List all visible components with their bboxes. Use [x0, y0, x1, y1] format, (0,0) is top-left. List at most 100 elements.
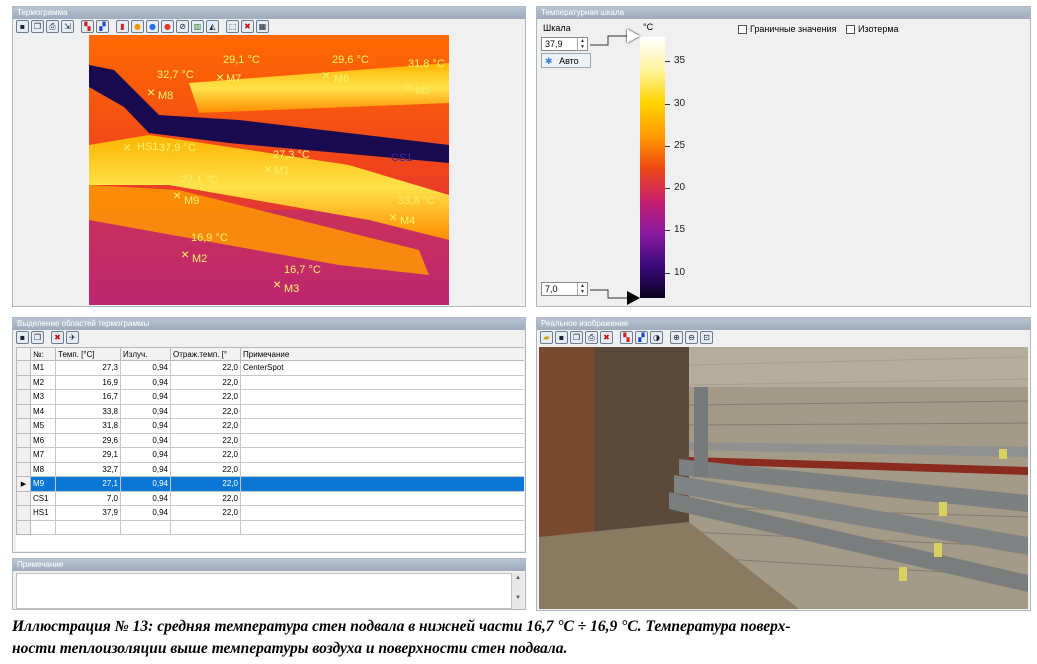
cell-temp[interactable]: 33,8: [55, 403, 121, 419]
cell-emissivity[interactable]: 0,94: [120, 461, 171, 477]
cell-temp[interactable]: 27,1: [55, 476, 121, 492]
spin-arrows-icon[interactable]: ▲ ▼: [577, 38, 587, 50]
cell-number[interactable]: M6: [30, 432, 56, 448]
cell-number[interactable]: HS1: [30, 505, 56, 521]
row-indicator[interactable]: [16, 447, 31, 463]
marker-cross-icon[interactable]: ×: [147, 85, 155, 99]
cell-reflected-temp[interactable]: 22,0: [170, 432, 241, 448]
cell-note[interactable]: [240, 374, 524, 390]
zoom-in-icon[interactable]: ⊕: [670, 331, 683, 344]
marker-cross-icon[interactable]: ×: [123, 140, 131, 154]
palette-swap-icon[interactable]: ▚: [620, 331, 633, 344]
delete-icon[interactable]: ✖: [241, 20, 254, 33]
table-row[interactable]: M1 27,3 0,94 22,0 CenterSpot: [16, 360, 524, 376]
note-scrollbar[interactable]: ▲ ▼: [512, 573, 524, 609]
scale-min-input[interactable]: 7,0 ▲ ▼: [541, 282, 588, 296]
cell-note[interactable]: [240, 389, 524, 405]
cell-reflected-temp[interactable]: 22,0: [170, 360, 241, 376]
marker-cross-icon[interactable]: ×: [405, 80, 413, 94]
cell-reflected-temp[interactable]: 22,0: [170, 374, 241, 390]
cell-emissivity[interactable]: 0,94: [120, 403, 171, 419]
cell-note[interactable]: [240, 403, 524, 419]
cell-reflected-temp[interactable]: 22,0: [170, 461, 241, 477]
cell-note[interactable]: [240, 447, 524, 463]
cell-note[interactable]: [240, 432, 524, 448]
profile-icon[interactable]: ◭: [206, 20, 219, 33]
col-header-number[interactable]: №:: [30, 347, 56, 361]
table-row[interactable]: M7 29,1 0,94 22,0: [16, 447, 524, 463]
marker-cross-icon[interactable]: ×: [389, 210, 397, 224]
real-photo[interactable]: [539, 347, 1028, 609]
scroll-down-icon[interactable]: ▼: [515, 595, 521, 601]
print-icon[interactable]: ⎙: [585, 331, 598, 344]
cell-temp[interactable]: 31,8: [55, 418, 121, 434]
cell-emissivity[interactable]: 0,94: [120, 389, 171, 405]
delete-icon[interactable]: ✖: [51, 331, 64, 344]
cell-reflected-temp[interactable]: 22,0: [170, 505, 241, 521]
zoom-out-icon[interactable]: ⊖: [685, 331, 698, 344]
cell-reflected-temp[interactable]: 22,0: [170, 418, 241, 434]
cell-temp[interactable]: 16,7: [55, 389, 121, 405]
cell-note[interactable]: [240, 461, 524, 477]
cell-number[interactable]: M5: [30, 418, 56, 434]
col-header-emissivity[interactable]: Излуч.: [120, 347, 171, 361]
row-indicator[interactable]: [16, 403, 31, 419]
cell-note[interactable]: CenterSpot: [240, 360, 524, 376]
cell-emissivity[interactable]: 0,94: [120, 360, 171, 376]
export-icon[interactable]: ⇲: [61, 20, 74, 33]
thermometer-icon[interactable]: ▮: [116, 20, 129, 33]
cell-note[interactable]: [240, 476, 524, 492]
row-indicator[interactable]: [16, 461, 31, 477]
no-entry-icon[interactable]: ⊘: [176, 20, 189, 33]
cell-emissivity[interactable]: 0,94: [120, 432, 171, 448]
sun-icon[interactable]: ●: [131, 20, 144, 33]
grid-icon[interactable]: ▦: [256, 20, 269, 33]
cell-temp[interactable]: 37,9: [55, 505, 121, 521]
copy-icon[interactable]: ❐: [570, 331, 583, 344]
table-row[interactable]: HS1 37,9 0,94 22,0: [16, 505, 524, 521]
row-indicator[interactable]: [16, 389, 31, 405]
table-row[interactable]: M4 33,8 0,94 22,0: [16, 403, 524, 419]
save-icon[interactable]: ▪: [555, 331, 568, 344]
cell-temp[interactable]: 32,7: [55, 461, 121, 477]
scale-max-slider-icon[interactable]: [627, 29, 640, 43]
row-indicator[interactable]: [16, 505, 31, 521]
point-red-icon[interactable]: ●: [161, 20, 174, 33]
bounds-checkbox[interactable]: Граничные значения: [738, 24, 836, 34]
bounds-checkbox-box[interactable]: [738, 24, 747, 34]
cell-number[interactable]: M2: [30, 374, 56, 390]
delete-icon[interactable]: ✖: [600, 331, 613, 344]
cell-emissivity[interactable]: 0,94: [120, 374, 171, 390]
cell-reflected-temp[interactable]: 22,0: [170, 490, 241, 506]
cell-number[interactable]: M3: [30, 389, 56, 405]
palette-swap-icon[interactable]: ▚: [81, 20, 94, 33]
copy-icon[interactable]: ❐: [31, 331, 44, 344]
col-header-temp[interactable]: Темп. [°C]: [55, 347, 121, 361]
copy-icon[interactable]: ❐: [31, 20, 44, 33]
cell-note[interactable]: [240, 490, 524, 506]
scale-max-input[interactable]: 37,9 ▲ ▼: [541, 37, 588, 51]
table-row[interactable]: M5 31,8 0,94 22,0: [16, 418, 524, 434]
thermogram-image[interactable]: × M1 27,3 °C × M2 16,9 °C × M3 16,7 °C × M4 33,8 °C…: [89, 35, 449, 305]
row-indicator[interactable]: [16, 374, 31, 390]
pin-icon[interactable]: ✈: [66, 331, 79, 344]
table-row[interactable]: M2 16,9 0,94 22,0: [16, 374, 524, 390]
select-area-icon[interactable]: ⬚: [226, 20, 239, 33]
cell-temp[interactable]: 7,0: [55, 490, 121, 506]
open-icon[interactable]: ▰: [540, 331, 553, 344]
scroll-up-icon[interactable]: ▲: [515, 575, 521, 581]
row-indicator[interactable]: ▶: [16, 476, 31, 492]
row-indicator[interactable]: [16, 360, 31, 376]
isotherm-checkbox[interactable]: Изотерма: [846, 24, 899, 34]
cell-reflected-temp[interactable]: 22,0: [170, 476, 241, 492]
table-row[interactable]: M3 16,7 0,94 22,0: [16, 389, 524, 405]
cell-temp[interactable]: 29,1: [55, 447, 121, 463]
col-header-reflected-temp[interactable]: Отраж.темп. [°: [170, 347, 241, 361]
print-icon[interactable]: ⎙: [46, 20, 59, 33]
cell-emissivity[interactable]: 0,94: [120, 447, 171, 463]
cell-note[interactable]: [240, 418, 524, 434]
cell-note[interactable]: [240, 505, 524, 521]
palette-swap-alt-icon[interactable]: ▞: [96, 20, 109, 33]
marker-cross-icon[interactable]: ×: [264, 162, 272, 176]
marker-cross-icon[interactable]: ×: [322, 68, 330, 82]
